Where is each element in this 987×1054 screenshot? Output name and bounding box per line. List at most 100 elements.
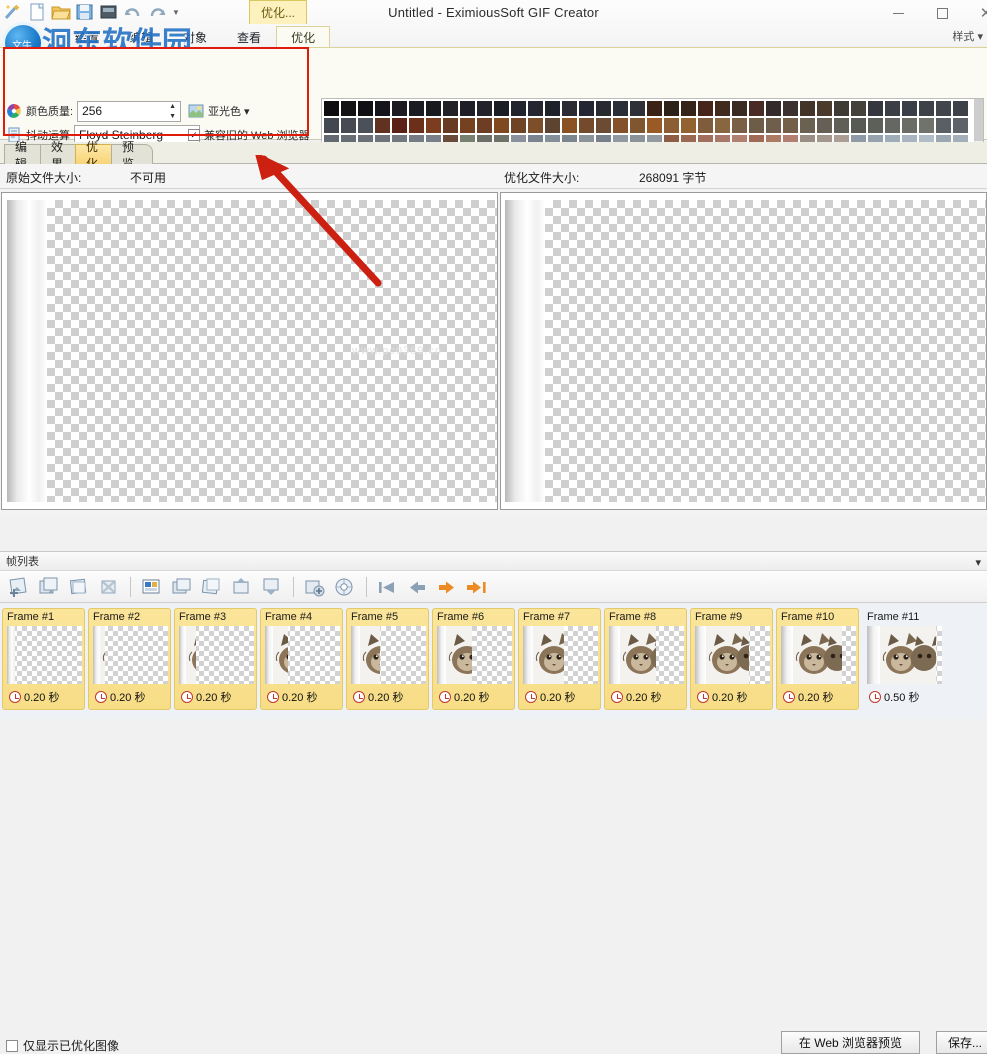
frame-duration[interactable]: 0.20 秒 (783, 689, 833, 705)
palette-swatch[interactable] (545, 101, 560, 116)
frame-thumbnail-list[interactable]: Frame #10.20 秒Frame #20.20 秒Frame #30.20… (0, 604, 987, 719)
last-frame-icon[interactable] (463, 573, 491, 601)
palette-swatch[interactable] (426, 118, 441, 133)
open-folder-icon[interactable] (50, 2, 72, 22)
tab-preview[interactable]: 预览 (111, 144, 153, 164)
palette-swatch[interactable] (392, 101, 407, 116)
palette-swatch[interactable] (834, 118, 849, 133)
magic-wand-icon[interactable] (2, 2, 24, 22)
ribbon-tab-edit[interactable]: 编辑 (114, 26, 168, 48)
palette-swatch[interactable] (698, 118, 713, 133)
palette-swatch[interactable] (443, 101, 458, 116)
palette-swatch[interactable] (511, 118, 526, 133)
palette-swatch[interactable] (324, 101, 339, 116)
palette-swatch[interactable] (341, 118, 356, 133)
frame-item[interactable]: Frame #40.20 秒 (260, 608, 343, 710)
palette-swatch[interactable] (783, 101, 798, 116)
palette-swatch[interactable] (528, 118, 543, 133)
previous-frame-icon[interactable] (403, 573, 431, 601)
palette-swatch[interactable] (630, 118, 645, 133)
palette-swatch[interactable] (324, 118, 339, 133)
frame-item[interactable]: Frame #10.20 秒 (2, 608, 85, 710)
palette-swatch[interactable] (732, 118, 747, 133)
frame-item[interactable]: Frame #20.20 秒 (88, 608, 171, 710)
palette-swatch[interactable] (732, 101, 747, 116)
palette-swatch[interactable] (749, 101, 764, 116)
copy-frames-icon[interactable] (64, 573, 92, 601)
frame-item[interactable]: Frame #50.20 秒 (346, 608, 429, 710)
qat-dropdown-icon[interactable]: ▼ (172, 8, 180, 17)
frame-properties-icon[interactable] (137, 573, 165, 601)
palette-swatch[interactable] (494, 101, 509, 116)
palette-swatch[interactable] (919, 101, 934, 116)
frame-duration[interactable]: 0.20 秒 (95, 689, 145, 705)
split-frames-icon[interactable] (197, 573, 225, 601)
palette-swatch[interactable] (579, 101, 594, 116)
palette-swatch[interactable] (715, 101, 730, 116)
palette-swatch[interactable] (596, 118, 611, 133)
frame-item[interactable]: Frame #80.20 秒 (604, 608, 687, 710)
palette-swatch[interactable] (749, 118, 764, 133)
palette-swatch[interactable] (579, 118, 594, 133)
palette-swatch[interactable] (817, 101, 832, 116)
legacy-browser-checkbox[interactable]: ✓ (188, 129, 200, 141)
palette-swatch[interactable] (477, 101, 492, 116)
frame-item[interactable]: Frame #30.20 秒 (174, 608, 257, 710)
move-up-frame-icon[interactable] (227, 573, 255, 601)
delete-frame-icon[interactable] (94, 573, 122, 601)
close-button[interactable]: ✕ (964, 0, 987, 26)
palette-swatch[interactable] (375, 101, 390, 116)
palette-swatch[interactable] (596, 101, 611, 116)
palette-swatch[interactable] (426, 101, 441, 116)
frame-duration[interactable]: 0.20 秒 (353, 689, 403, 705)
palette-swatch[interactable] (902, 118, 917, 133)
palette-swatch[interactable] (936, 101, 951, 116)
frame-item[interactable]: Frame #60.20 秒 (432, 608, 515, 710)
palette-swatch[interactable] (800, 101, 815, 116)
palette-scrollbar-thumb[interactable] (974, 99, 983, 141)
ribbon-tab-object[interactable]: 对象 (168, 26, 222, 48)
frame-duration[interactable]: 0.20 秒 (611, 689, 661, 705)
palette-swatch[interactable] (545, 118, 560, 133)
palette-swatch[interactable] (562, 101, 577, 116)
show-optimized-only-checkbox[interactable] (6, 1040, 18, 1052)
palette-swatch[interactable] (613, 101, 628, 116)
palette-swatch[interactable] (868, 118, 883, 133)
add-frame-icon[interactable] (4, 573, 32, 601)
frame-duration[interactable]: 0.20 秒 (9, 689, 59, 705)
color-quality-spinner[interactable]: ▲▼ (167, 103, 178, 120)
palette-swatch[interactable] (647, 118, 662, 133)
palette-swatch[interactable] (375, 118, 390, 133)
show-optimized-only-row[interactable]: 仅显示已优化图像 (6, 1037, 119, 1054)
export-icon[interactable] (98, 2, 120, 22)
palette-swatch[interactable] (477, 118, 492, 133)
frame-list-collapse-icon[interactable]: ▾ (975, 556, 981, 569)
preview-in-browser-button[interactable]: 在 Web 浏览器预览 (781, 1031, 920, 1054)
frame-item[interactable]: Frame #70.20 秒 (518, 608, 601, 710)
undo-icon[interactable] (122, 2, 144, 22)
palette-swatch[interactable] (868, 101, 883, 116)
merge-frames-icon[interactable] (167, 573, 195, 601)
palette-swatch[interactable] (681, 118, 696, 133)
palette-swatch[interactable] (562, 118, 577, 133)
palette-swatch[interactable] (630, 101, 645, 116)
palette-swatch[interactable] (460, 101, 475, 116)
palette-swatch[interactable] (715, 118, 730, 133)
palette-swatch[interactable] (494, 118, 509, 133)
redo-icon[interactable] (146, 2, 168, 22)
ribbon-tab-optimize[interactable]: 优化 (276, 26, 330, 48)
frame-duration[interactable]: 0.20 秒 (439, 689, 489, 705)
original-preview-pane[interactable]: www.pc0359.cn (1, 192, 498, 510)
palette-swatch[interactable] (511, 101, 526, 116)
new-file-icon[interactable] (26, 2, 48, 22)
optimized-preview-pane[interactable] (500, 192, 987, 510)
palette-swatch[interactable] (800, 118, 815, 133)
palette-swatch[interactable] (851, 101, 866, 116)
ribbon-tab-view[interactable]: 查看 (222, 26, 276, 48)
palette-swatch[interactable] (783, 118, 798, 133)
palette-swatch[interactable] (443, 118, 458, 133)
move-down-frame-icon[interactable] (257, 573, 285, 601)
palette-swatch[interactable] (834, 101, 849, 116)
palette-swatch[interactable] (664, 118, 679, 133)
palette-swatch[interactable] (766, 101, 781, 116)
